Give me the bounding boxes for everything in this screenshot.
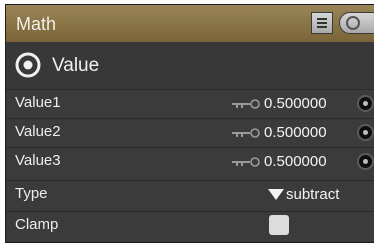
value1-label: Value1 [15,94,61,111]
value3-label: Value3 [15,152,61,169]
node-title: Math [16,14,57,34]
key-icon[interactable] [232,128,262,138]
value2-input-port-icon[interactable] [357,124,374,141]
value2-label: Value2 [15,123,61,140]
sphere-preview-icon[interactable] [339,12,374,34]
output-target-icon[interactable] [15,52,41,78]
key-icon[interactable] [232,99,262,109]
output-value-section: Value [6,42,374,89]
node-header[interactable]: Math [6,5,374,43]
clamp-label: Clamp [15,216,59,233]
value3-input-port-icon[interactable] [357,153,374,170]
value1-field[interactable]: 0.500000 [264,95,327,112]
dropdown-triangle-icon [268,189,284,200]
clamp-row: Clamp [6,211,374,242]
type-selected-value: subtract [286,186,340,203]
value2-field[interactable]: 0.500000 [264,124,327,141]
key-icon[interactable] [232,157,262,167]
value3-row: Value3 0.500000 [6,147,374,176]
list-icon[interactable] [311,12,333,34]
value2-row: Value2 0.500000 [6,118,374,147]
math-node-panel: Math Value Value1 0.500000 Value2 0.5000… [5,4,374,243]
type-label: Type [15,185,48,202]
value1-input-port-icon[interactable] [357,95,374,112]
output-label: Value [52,55,100,76]
type-row: Type subtract [6,180,374,209]
clamp-checkbox[interactable] [269,215,289,235]
value1-row: Value1 0.500000 [6,89,374,118]
value3-field[interactable]: 0.500000 [264,153,327,170]
